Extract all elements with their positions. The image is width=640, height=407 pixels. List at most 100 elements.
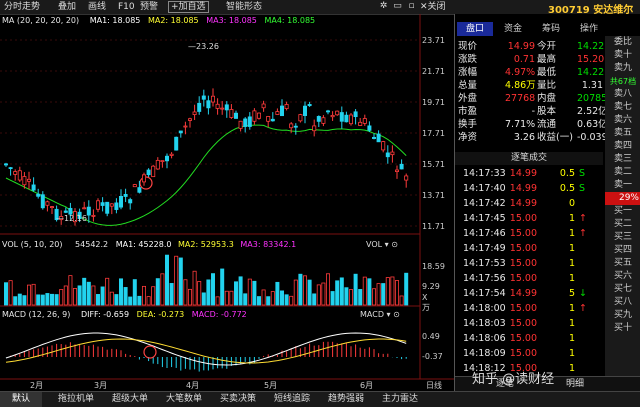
- macd-tick: 0.49: [422, 332, 440, 341]
- candle-body: [302, 105, 307, 116]
- trade-price: 15.00: [509, 318, 537, 329]
- candle-body: [330, 114, 335, 118]
- tab-big-count[interactable]: 大笔数单: [158, 392, 210, 407]
- side-buy-item[interactable]: 买六: [605, 270, 640, 283]
- vol-value: 54542.2: [75, 240, 109, 249]
- side-sell-item[interactable]: 卖十: [605, 49, 640, 62]
- side-sell-item[interactable]: 卖二: [605, 166, 640, 179]
- trade-price: 15.00: [509, 228, 537, 239]
- ma3-value: MA3: 18.085: [206, 16, 257, 25]
- trade-vol: 1: [568, 333, 575, 344]
- toolbar-draw-line[interactable]: 画线: [88, 1, 106, 13]
- quote-cell: 总量: [458, 80, 478, 91]
- tab-order-book[interactable]: 盘口: [457, 22, 493, 36]
- window-toggle-icon[interactable]: ▭: [392, 1, 403, 12]
- gear-icon[interactable]: ✲: [378, 1, 389, 12]
- highlight-circle: [143, 345, 157, 359]
- trade-vol: 1: [568, 318, 575, 329]
- side-buy-item[interactable]: 买十: [605, 322, 640, 335]
- candle-body: [284, 104, 289, 109]
- volume-bar: [4, 282, 9, 306]
- side-sell-item[interactable]: 卖五: [605, 127, 640, 140]
- tab-trade-decision[interactable]: 买卖决策: [212, 392, 264, 407]
- kline-chart-area[interactable]: [0, 14, 454, 395]
- volume-bar: [192, 270, 197, 306]
- vol-header-label: VOL (5, 10, 20): [2, 240, 63, 249]
- side-sell-item[interactable]: 卖八: [605, 88, 640, 101]
- side-buy-item[interactable]: 买五: [605, 257, 640, 270]
- toolbar-f10[interactable]: F10: [118, 1, 135, 13]
- side-sell-item[interactable]: 卖四: [605, 140, 640, 153]
- month-label: 2月: [30, 381, 44, 390]
- volume-bar: [344, 287, 349, 306]
- watermark: 知乎 @读财经: [472, 372, 555, 387]
- tab-default[interactable]: 默认: [0, 392, 42, 407]
- trade-vol: 1: [568, 228, 575, 239]
- volume-bar: [284, 294, 289, 306]
- macd-tick: -0.37: [422, 352, 443, 361]
- tab-operation[interactable]: 操作: [571, 22, 607, 36]
- candle-body: [220, 107, 225, 110]
- tab-short-track[interactable]: 短线追踪: [266, 392, 318, 407]
- volume-bar: [174, 255, 179, 306]
- quote-cell: 3.26: [513, 132, 535, 143]
- volume-bar: [50, 293, 55, 306]
- vol-tag[interactable]: VOL ▾ ⊙: [366, 240, 398, 249]
- side-sell-item[interactable]: 委比: [605, 36, 640, 49]
- tab-trend-strength[interactable]: 趋势强弱: [320, 392, 372, 407]
- side-sell-item[interactable]: 卖七: [605, 101, 640, 114]
- candle-body: [376, 133, 381, 143]
- tab-chips[interactable]: 筹码: [533, 22, 569, 36]
- trade-flag: ↓: [579, 288, 587, 299]
- trade-vol: 1: [568, 348, 575, 359]
- toolbar-overlay[interactable]: 叠加: [58, 1, 76, 13]
- side-buy-item[interactable]: 买七: [605, 283, 640, 296]
- side-sell-item[interactable]: 卖六: [605, 114, 640, 127]
- macd-tag[interactable]: MACD ▾ ⊙: [360, 310, 400, 319]
- side-buy-item[interactable]: 买二: [605, 218, 640, 231]
- volume-bar: [256, 296, 261, 306]
- side-sell-item[interactable]: 卖九: [605, 62, 640, 75]
- trade-vol: 0: [568, 198, 575, 209]
- side-buy-item[interactable]: 买四: [605, 244, 640, 257]
- volume-bar: [160, 273, 165, 306]
- candle-body: [261, 103, 266, 109]
- side-buy-item[interactable]: 买一: [605, 205, 640, 218]
- volume-bar: [109, 291, 114, 306]
- period-label[interactable]: 日线: [426, 380, 442, 391]
- toolbar-time-trend[interactable]: 分时走势: [4, 1, 40, 13]
- trade-price: 15.00: [509, 243, 537, 254]
- tab-tractor-order[interactable]: 拖拉机单: [50, 392, 102, 407]
- trade-vol: 1: [568, 303, 575, 314]
- candle-body: [335, 110, 340, 116]
- volume-bar: [325, 273, 330, 306]
- side-buy-item[interactable]: 买九: [605, 309, 640, 322]
- tab-detail[interactable]: 明细: [555, 377, 595, 391]
- volume-bar: [316, 284, 321, 306]
- add-watchlist-button[interactable]: +加自选: [168, 1, 209, 13]
- close-button[interactable]: ✕关闭: [420, 1, 446, 13]
- side-sell-item[interactable]: 卖三: [605, 153, 640, 166]
- trade-vol: 0.5: [559, 183, 575, 194]
- side-buy-item[interactable]: 买三: [605, 231, 640, 244]
- candle-body: [26, 178, 31, 182]
- toolbar-alert[interactable]: 预警: [140, 1, 158, 13]
- candle-body: [307, 104, 312, 107]
- candle-body: [298, 114, 303, 122]
- side-sell-item[interactable]: 卖一: [605, 179, 640, 192]
- price-high-label: —23.26: [188, 42, 219, 51]
- tab-main-radar[interactable]: 主力雷达: [374, 392, 426, 407]
- toolbar-smart-pattern[interactable]: 智能形态: [226, 1, 262, 13]
- trade-time: 14:18:03: [463, 318, 506, 329]
- side-buy-item[interactable]: 买八: [605, 296, 640, 309]
- tab-super-order[interactable]: 超级大单: [104, 392, 156, 407]
- volume-bar: [293, 279, 298, 306]
- quote-cell: 14.22: [577, 41, 605, 52]
- volume-bar: [100, 286, 105, 306]
- tab-funds[interactable]: 资金: [495, 22, 531, 36]
- candle-body: [353, 111, 358, 118]
- quote-cell: 换手: [458, 119, 478, 130]
- minimize-icon[interactable]: ▫: [406, 1, 417, 12]
- quote-cell: 股本: [537, 106, 557, 117]
- trade-price: 15.00: [509, 348, 537, 359]
